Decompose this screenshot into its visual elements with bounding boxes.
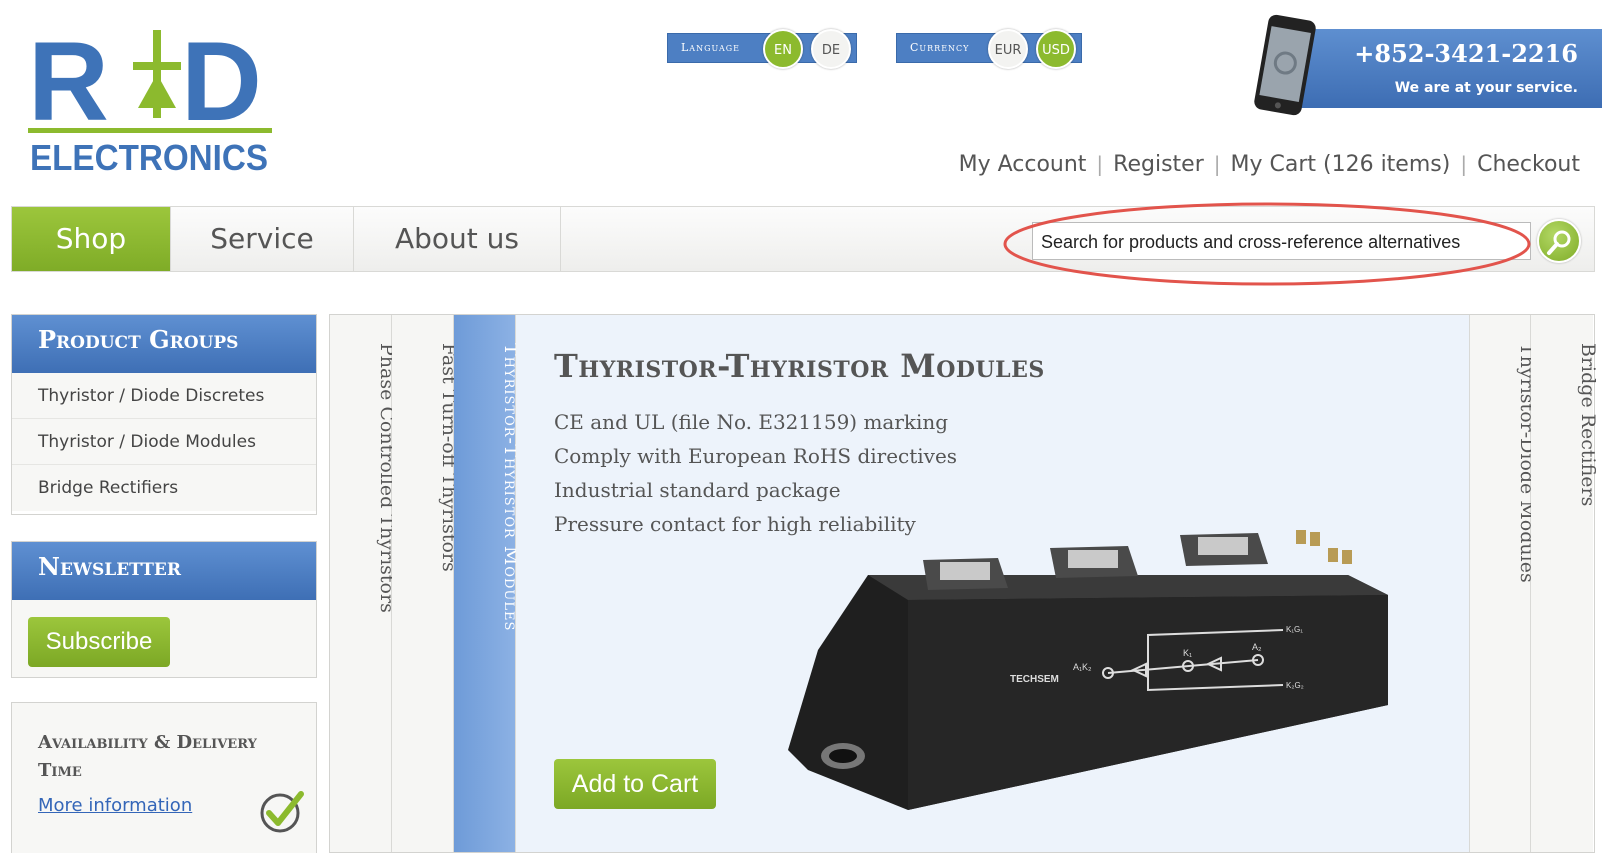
language-option-de[interactable]: DE	[811, 29, 851, 69]
subscribe-button[interactable]: Subscribe	[28, 617, 170, 667]
nav-shop[interactable]: Shop	[12, 207, 171, 271]
newsletter-title: Newsletter	[12, 542, 316, 600]
account-links: My Account | Register | My Cart (126 items) |…	[959, 152, 1580, 177]
contact-tagline: We are at your service.	[1394, 80, 1578, 96]
tab-label: Bridge Rectifiers	[1577, 343, 1599, 507]
logo-d: D	[181, 22, 262, 144]
logo-graphic: R D ELECTRONICS	[28, 19, 272, 178]
group-item-thyristor-diode-discretes[interactable]: Thyristor / Diode Discretes	[12, 373, 316, 419]
product-groups-box: Product Groups Thyristor / Diode Discret…	[11, 314, 317, 515]
nav-about-us[interactable]: About us	[354, 207, 561, 271]
product-panel: Phase Controlled Thyristors Fast Turn-of…	[329, 314, 1599, 853]
group-item-bridge-rectifiers[interactable]: Bridge Rectifiers	[12, 465, 316, 511]
logo-diode-symbol	[133, 30, 181, 118]
feature-item: Comply with European RoHS directives	[554, 444, 958, 468]
logo-r: R	[28, 22, 109, 144]
newsletter-body: Subscribe	[12, 600, 316, 677]
search-input[interactable]: Search for products and cross-reference …	[1032, 222, 1531, 260]
language-option-en[interactable]: EN	[763, 29, 803, 69]
mounting-hole-center	[829, 749, 857, 763]
mobile-phone-icon	[1254, 14, 1316, 116]
logo-electronics: ELECTRONICS	[30, 137, 268, 177]
module-label-a2: A₂	[1252, 642, 1262, 652]
module-front	[908, 595, 1388, 810]
search-icon	[1547, 230, 1571, 255]
brand-logo[interactable]: R D ELECTRONICS	[28, 19, 278, 178]
search-button[interactable]	[1537, 219, 1581, 263]
tab-thyristor-diode-modules[interactable]: Thyristor-Diode Modules	[1469, 315, 1538, 852]
currency-option-usd[interactable]: USD	[1036, 29, 1076, 69]
contact-box: +852-3421-2216 We are at your service.	[1300, 29, 1602, 108]
product-content: Thyristor-Thyristor Modules CE and UL (f…	[516, 315, 1469, 852]
tab-phase-controlled-thyristors[interactable]: Phase Controlled Thyristors	[330, 315, 398, 852]
checkout-link[interactable]: Checkout	[1477, 152, 1580, 177]
availability-title: Availability & Delivery Time	[38, 732, 257, 781]
module-brand-label: TECHSEM	[1010, 674, 1059, 685]
module-label-k1g1: K₁G₁	[1286, 625, 1303, 634]
group-item-thyristor-diode-modules[interactable]: Thyristor / Diode Modules	[12, 419, 316, 465]
add-to-cart-button[interactable]: Add to Cart	[554, 759, 716, 809]
product-title: Thyristor-Thyristor Modules	[554, 347, 1045, 385]
product-groups-title: Product Groups	[12, 315, 316, 373]
availability-box: Availability & Delivery Time More inform…	[11, 702, 317, 853]
nav-service[interactable]: Service	[171, 207, 354, 271]
language-switcher: Language EN DE	[667, 29, 857, 69]
checkmark-icon	[260, 791, 304, 833]
my-cart-link[interactable]: My Cart (126 items)	[1231, 152, 1451, 177]
link-separator: |	[1460, 152, 1468, 176]
tab-bridge-rectifiers[interactable]: Bridge Rectifiers	[1531, 315, 1599, 852]
product-image: TECHSEM A₁K₂ K₁ A₂ K₁G₁ K₂G₂	[788, 530, 1388, 810]
my-account-link[interactable]: My Account	[959, 152, 1087, 177]
feature-item: CE and UL (file No. E321159) marking	[554, 410, 949, 434]
logo-underline	[28, 128, 272, 133]
module-label-k1: K₁	[1183, 648, 1192, 658]
feature-item: Industrial standard package	[554, 478, 841, 502]
phone-number[interactable]: +852-3421-2216	[1354, 39, 1578, 68]
register-link[interactable]: Register	[1113, 152, 1204, 177]
more-information-link[interactable]: More information	[38, 795, 192, 816]
currency-label: Currency	[910, 41, 970, 54]
tab-thyristor-thyristor-modules[interactable]: Thyristor-Thyristor Modules	[454, 315, 522, 852]
module-label-k2g2: K₂G₂	[1286, 681, 1304, 690]
language-label: Language	[681, 41, 740, 54]
link-separator: |	[1213, 152, 1221, 176]
tab-fast-turn-off-thyristors[interactable]: Fast Turn-off Thyristors	[392, 315, 460, 852]
currency-switcher: Currency EUR USD	[896, 29, 1082, 69]
link-separator: |	[1096, 152, 1104, 176]
module-label-a1k2: A₁K₂	[1073, 662, 1092, 672]
currency-option-eur[interactable]: EUR	[988, 29, 1028, 69]
newsletter-box: Newsletter Subscribe	[11, 541, 317, 678]
